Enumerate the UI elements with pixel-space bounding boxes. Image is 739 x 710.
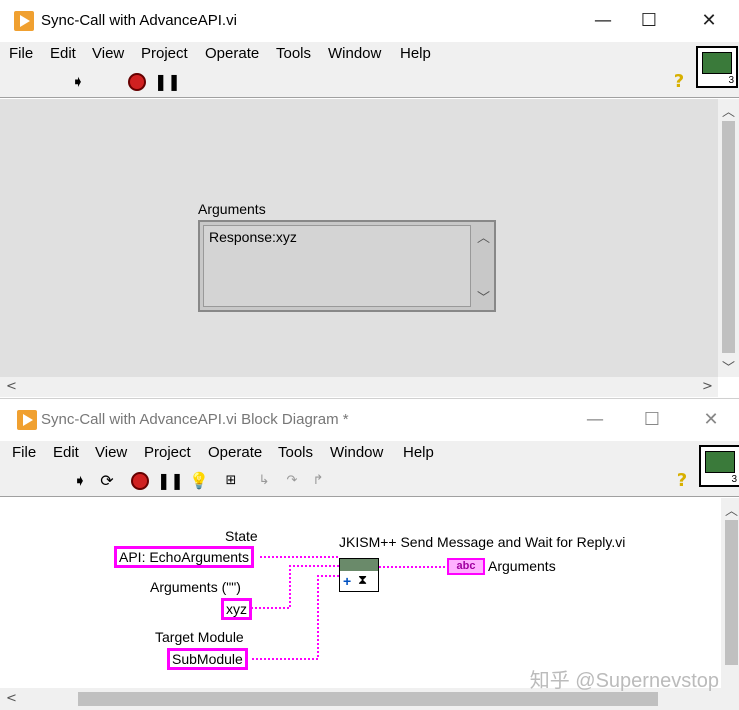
- abort-icon[interactable]: [128, 73, 146, 91]
- menu-file[interactable]: File: [9, 45, 33, 62]
- menu-view[interactable]: View: [95, 444, 127, 461]
- arguments-indicator-label: Arguments: [488, 558, 556, 574]
- vi-icon[interactable]: 3: [696, 46, 738, 88]
- title-bar[interactable]: Sync-Call with AdvanceAPI.vi Block Diagr…: [0, 399, 739, 441]
- target-module-label: Target Module: [155, 629, 244, 645]
- send-message-subvi[interactable]: + ⧗: [339, 558, 379, 592]
- menu-operate[interactable]: Operate: [208, 444, 262, 461]
- menu-edit[interactable]: Edit: [53, 444, 79, 461]
- menu-window[interactable]: Window: [330, 444, 383, 461]
- pause-icon[interactable]: ❚❚: [157, 472, 184, 490]
- menu-project[interactable]: Project: [141, 45, 188, 62]
- vi-icon[interactable]: 3: [699, 445, 739, 487]
- step-over-icon[interactable]: ↷: [280, 472, 304, 490]
- string-scrollbar[interactable]: ︿ ﹀: [472, 225, 492, 307]
- subvi-label: JKISM++ Send Message and Wait for Reply.…: [339, 534, 626, 550]
- menu-bar: File Edit View Project Operate Tools Win…: [0, 441, 739, 465]
- abort-icon[interactable]: [131, 472, 149, 490]
- run-arrow-icon[interactable]: ➧: [66, 73, 90, 91]
- menu-file[interactable]: File: [12, 444, 36, 461]
- fp-vertical-scrollbar[interactable]: ︿ ﹀: [718, 99, 739, 377]
- state-constant[interactable]: API: EchoArguments: [114, 546, 254, 568]
- menu-help[interactable]: Help: [403, 444, 434, 461]
- scroll-down-icon[interactable]: ﹀: [477, 287, 490, 306]
- scroll-up-icon[interactable]: ︿: [477, 227, 490, 246]
- scroll-up-icon[interactable]: ︿: [725, 500, 738, 519]
- block-diagram-canvas[interactable]: [0, 498, 721, 688]
- menu-tools[interactable]: Tools: [276, 45, 311, 62]
- menu-edit[interactable]: Edit: [50, 45, 76, 62]
- menu-view[interactable]: View: [92, 45, 124, 62]
- minimize-button[interactable]: —: [580, 6, 626, 36]
- connector-number: 3: [728, 75, 734, 86]
- run-continuously-icon[interactable]: ⟳: [96, 472, 118, 490]
- block-diagram-window: Sync-Call with AdvanceAPI.vi Block Diagr…: [0, 398, 739, 710]
- close-button[interactable]: ✕: [688, 405, 734, 435]
- menu-project[interactable]: Project: [144, 444, 191, 461]
- scroll-left-icon[interactable]: <: [6, 379, 17, 394]
- window-title: Sync-Call with AdvanceAPI.vi: [41, 12, 237, 29]
- scroll-down-icon[interactable]: ﹀: [722, 357, 735, 376]
- maximize-button[interactable]: ☐: [629, 405, 675, 435]
- pause-icon[interactable]: ❚❚: [154, 73, 181, 91]
- toolbar: ➧ ⟳ ❚❚ 💡 ⊞ ↳ ↷ ↱ ?: [0, 465, 739, 497]
- arguments-value: Response:xyz: [209, 229, 297, 245]
- string-display[interactable]: Response:xyz: [203, 225, 471, 307]
- menu-tools[interactable]: Tools: [278, 444, 313, 461]
- step-out-icon[interactable]: ↱: [306, 472, 330, 490]
- retain-wire-values-icon[interactable]: ⊞: [219, 472, 243, 490]
- scroll-right-icon[interactable]: >: [702, 379, 713, 394]
- menu-operate[interactable]: Operate: [205, 45, 259, 62]
- run-arrow-icon[interactable]: ➧: [68, 472, 92, 490]
- vi-icon-graphic: [702, 52, 732, 74]
- toolbar: ➧ ❚❚ ?: [0, 66, 739, 98]
- menu-window[interactable]: Window: [328, 45, 381, 62]
- window-title: Sync-Call with AdvanceAPI.vi Block Diagr…: [41, 411, 349, 428]
- arguments-indicator-terminal[interactable]: abc: [447, 558, 485, 575]
- help-icon[interactable]: ?: [673, 472, 691, 490]
- scroll-thumb[interactable]: [725, 520, 738, 665]
- connector-number: 3: [731, 474, 737, 485]
- scroll-up-icon[interactable]: ︿: [722, 101, 735, 120]
- fp-horizontal-scrollbar[interactable]: < >: [0, 377, 718, 397]
- step-into-icon[interactable]: ↳: [252, 472, 276, 490]
- menu-bar: File Edit View Project Operate Tools Win…: [0, 42, 739, 66]
- hourglass-icon: ⧗: [358, 572, 368, 587]
- target-module-constant[interactable]: SubModule: [167, 648, 248, 670]
- front-panel-window: Sync-Call with AdvanceAPI.vi — ☐ ✕ File …: [0, 0, 739, 398]
- scroll-thumb[interactable]: [78, 692, 658, 706]
- arguments-constant-label: Arguments (""): [150, 579, 241, 595]
- scroll-left-icon[interactable]: <: [6, 691, 17, 706]
- arguments-constant[interactable]: xyz: [221, 598, 252, 620]
- scroll-thumb[interactable]: [722, 121, 735, 353]
- close-button[interactable]: ✕: [686, 6, 732, 36]
- arguments-string-indicator[interactable]: Response:xyz ︿ ﹀: [198, 220, 496, 312]
- labview-icon: [14, 11, 34, 31]
- watermark: 知乎 @Supernevstop: [529, 670, 719, 692]
- minimize-button[interactable]: —: [572, 405, 618, 435]
- help-icon[interactable]: ?: [670, 73, 688, 91]
- maximize-button[interactable]: ☐: [626, 6, 672, 36]
- menu-help[interactable]: Help: [400, 45, 431, 62]
- state-label: State: [225, 528, 258, 544]
- plus-icon: +: [343, 573, 352, 589]
- vi-icon-graphic: [705, 451, 735, 473]
- title-bar[interactable]: Sync-Call with AdvanceAPI.vi — ☐ ✕: [0, 0, 739, 42]
- labview-icon: [17, 410, 37, 430]
- subvi-header: [340, 559, 378, 571]
- arguments-label: Arguments: [198, 201, 266, 217]
- bd-vertical-scrollbar[interactable]: ︿: [721, 498, 739, 688]
- highlight-execution-icon[interactable]: 💡: [189, 472, 209, 490]
